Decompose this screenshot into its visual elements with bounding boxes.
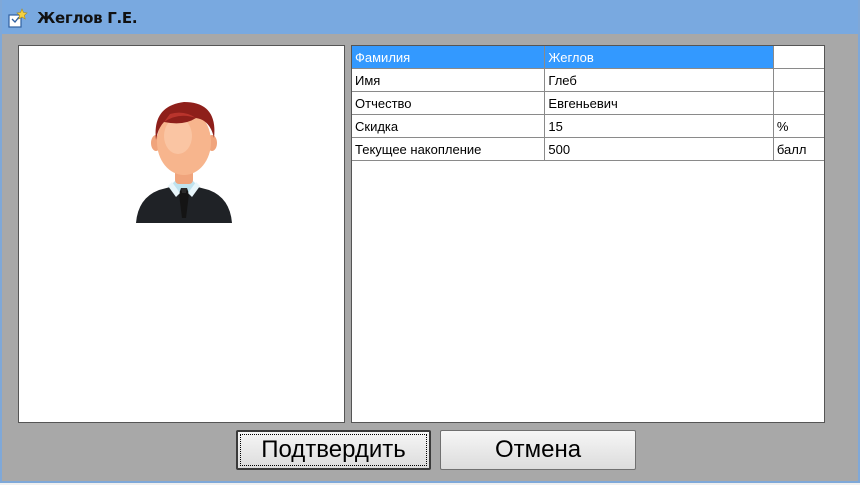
dialog-window: Жеглов Г.Е. Фамилия Жеглов Имя Глеб Отче… — [0, 0, 860, 483]
photo-panel — [18, 45, 345, 423]
property-row-first-name[interactable]: Имя Глеб — [352, 68, 824, 92]
edit-card-icon — [8, 8, 28, 28]
property-row-accumulation[interactable]: Текущее накопление 500 балл — [352, 137, 824, 161]
properties-table: Фамилия Жеглов Имя Глеб Отчество Евгенье… — [352, 46, 824, 161]
property-value[interactable]: Жеглов — [544, 46, 774, 69]
property-name: Фамилия — [352, 46, 546, 69]
property-value[interactable]: Глеб — [544, 68, 774, 92]
window-title: Жеглов Г.Е. — [37, 9, 138, 27]
property-name: Отчество — [352, 91, 546, 115]
user-avatar-icon — [136, 102, 232, 223]
property-unit: балл — [773, 137, 824, 161]
title-bar[interactable]: Жеглов Г.Е. — [2, 0, 858, 34]
cancel-button[interactable]: Отмена — [440, 430, 636, 470]
property-row-patronymic[interactable]: Отчество Евгеньевич — [352, 91, 824, 115]
property-unit: % — [773, 114, 824, 138]
property-row-surname[interactable]: Фамилия Жеглов — [352, 46, 824, 69]
property-row-discount[interactable]: Скидка 15 % — [352, 114, 824, 138]
property-value[interactable]: 15 — [544, 114, 774, 138]
property-name: Скидка — [352, 114, 546, 138]
property-unit — [773, 91, 824, 115]
confirm-button[interactable]: Подтвердить — [236, 430, 431, 470]
properties-grid[interactable]: Фамилия Жеглов Имя Глеб Отчество Евгенье… — [351, 45, 825, 423]
property-unit — [773, 68, 824, 92]
property-unit — [773, 46, 824, 69]
property-name: Текущее накопление — [352, 137, 546, 161]
property-value[interactable]: Евгеньевич — [544, 91, 774, 115]
property-value[interactable]: 500 — [544, 137, 774, 161]
property-name: Имя — [352, 68, 546, 92]
